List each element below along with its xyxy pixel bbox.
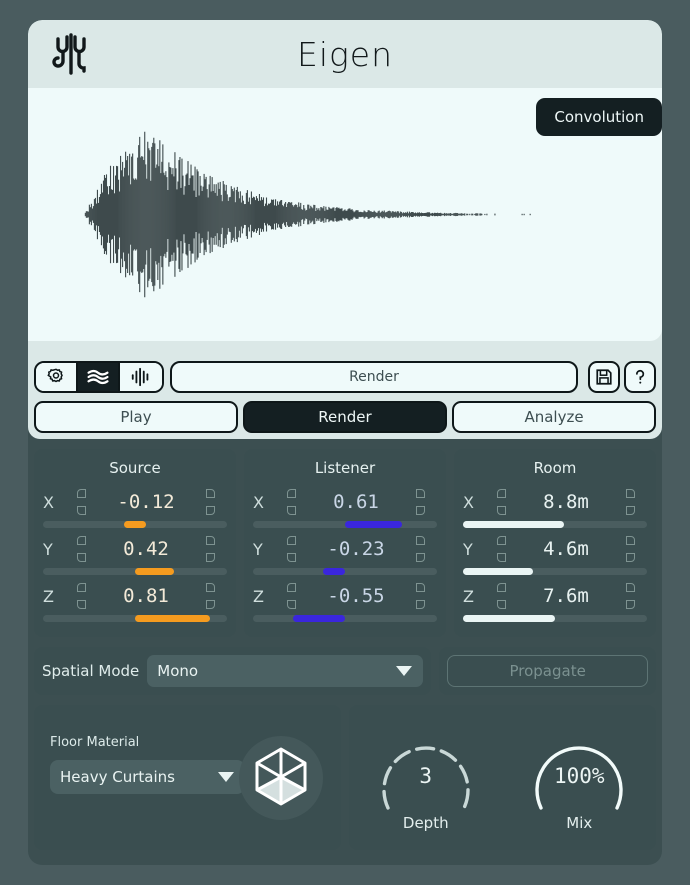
page-title: Eigen (296, 34, 394, 74)
view-tabs: Play Render Analyze (28, 395, 662, 439)
mode-badge[interactable]: Convolution (536, 98, 662, 136)
axis-label: X (253, 492, 264, 512)
room-cube-icon[interactable] (239, 735, 323, 820)
plugin-header: Eigen (28, 20, 662, 88)
room-x-slider[interactable] (463, 521, 647, 528)
help-question-icon[interactable] (624, 361, 656, 393)
mix-knob-dial[interactable]: 100% (527, 724, 631, 812)
gear-icon[interactable] (36, 363, 78, 391)
listener-panel: Listener X 0.61 Y -0.23 Z -0.55 (244, 449, 446, 637)
value-text: 0.81 (123, 585, 169, 607)
waveform-icon[interactable] (120, 363, 162, 391)
source-panel: Source X -0.12 Y 0.42 Z 0.81 (34, 449, 236, 637)
source-panel-title: Source (109, 459, 161, 477)
floor-material-select[interactable]: Heavy Curtains (50, 760, 245, 794)
source-z-value-field[interactable]: 0.81 (65, 579, 227, 613)
source-row-x[interactable]: X -0.12 (43, 484, 227, 528)
value-text: 0.61 (333, 491, 379, 513)
plugin-window: Eigen Convolution Render Play Render Ana… (28, 20, 662, 865)
tab-play[interactable]: Play (34, 401, 238, 433)
room-z-value-field[interactable]: 7.6m (485, 579, 647, 613)
room-y-value-field[interactable]: 4.6m (485, 532, 647, 566)
source-y-value-field[interactable]: 0.42 (65, 532, 227, 566)
listener-row-x[interactable]: X 0.61 (253, 484, 437, 528)
eigen-waveform-logo-icon (50, 31, 92, 77)
spatial-mode-select[interactable]: Mono (147, 655, 424, 687)
tab-render[interactable]: Render (243, 401, 447, 433)
mix-knob-label: Mix (566, 813, 593, 832)
waves-icon[interactable] (78, 363, 120, 391)
room-row-y[interactable]: Y 4.6m (463, 531, 647, 575)
mix-knob[interactable]: 100% Mix (514, 724, 644, 832)
axis-label: X (463, 492, 474, 512)
toolbar-icon-group (34, 361, 164, 393)
value-text: 8.8m (543, 491, 589, 513)
propagate-button[interactable]: Propagate (447, 655, 648, 687)
axis-label: Z (43, 586, 54, 606)
listener-row-y[interactable]: Y -0.23 (253, 531, 437, 575)
room-x-value-field[interactable]: 8.8m (485, 485, 647, 519)
knob-panel: 3 Depth 100% Mix (349, 705, 656, 850)
source-y-slider[interactable] (43, 568, 227, 575)
value-text: -0.55 (327, 585, 385, 607)
value-text: -0.23 (327, 538, 385, 560)
mix-knob-value: 100% (553, 763, 605, 788)
spatial-mode-label: Spatial Mode (42, 662, 140, 680)
waveform-display-area: Convolution (28, 88, 662, 353)
listener-y-value-field[interactable]: -0.23 (275, 532, 437, 566)
source-x-value-field[interactable]: -0.12 (65, 485, 227, 519)
value-text: 7.6m (543, 585, 589, 607)
value-text: -0.12 (117, 491, 175, 513)
source-x-slider[interactable] (43, 521, 227, 528)
listener-panel-title: Listener (314, 459, 376, 477)
listener-y-slider[interactable] (253, 568, 437, 575)
save-disk-icon[interactable] (588, 361, 620, 393)
listener-x-value-field[interactable]: 0.61 (275, 485, 437, 519)
chevron-down-icon (218, 772, 234, 782)
floor-material-value: Heavy Curtains (60, 768, 175, 786)
depth-knob-label: Depth (402, 813, 449, 832)
source-row-z[interactable]: Z 0.81 (43, 578, 227, 622)
room-row-x[interactable]: X 8.8m (463, 484, 647, 528)
spatial-row: Spatial Mode Mono Propagate (28, 637, 662, 695)
axis-label: Y (463, 539, 473, 559)
room-panel-title: Room (533, 459, 577, 477)
value-text: 4.6m (543, 538, 589, 560)
room-row-z[interactable]: Z 7.6m (463, 578, 647, 622)
propagate-panel: Propagate (439, 647, 656, 695)
room-panel: Room X 8.8m Y 4.6m Z 7.6m (454, 449, 656, 637)
listener-row-z[interactable]: Z -0.55 (253, 578, 437, 622)
floor-material-panel: Floor Material Heavy Curtains (34, 705, 341, 850)
axis-label: Y (253, 539, 263, 559)
spatial-mode-value: Mono (157, 662, 199, 680)
depth-knob[interactable]: 3 Depth (361, 724, 491, 832)
bottom-row: Floor Material Heavy Curtains 3 Depth 10… (28, 695, 662, 850)
axis-label: Y (43, 539, 53, 559)
room-z-slider[interactable] (463, 615, 647, 622)
floor-material-label: Floor Material (50, 735, 140, 750)
depth-knob-dial[interactable]: 3 (374, 724, 478, 812)
tab-analyze[interactable]: Analyze (452, 401, 656, 433)
chevron-down-icon (396, 666, 413, 676)
listener-z-value-field[interactable]: -0.55 (275, 579, 437, 613)
axis-label: X (43, 492, 54, 512)
value-text: 0.42 (123, 538, 169, 560)
vector-panels: Source X -0.12 Y 0.42 Z 0.81 Listener X … (28, 439, 662, 637)
spatial-mode-panel: Spatial Mode Mono (34, 647, 432, 695)
render-name-field[interactable]: Render (170, 361, 578, 393)
axis-label: Z (253, 586, 264, 606)
axis-label: Z (463, 586, 474, 606)
depth-knob-value: 3 (419, 763, 433, 788)
listener-x-slider[interactable] (253, 521, 437, 528)
source-z-slider[interactable] (43, 615, 227, 622)
room-y-slider[interactable] (463, 568, 647, 575)
toolbar: Render (28, 353, 662, 395)
source-row-y[interactable]: Y 0.42 (43, 531, 227, 575)
listener-z-slider[interactable] (253, 615, 437, 622)
